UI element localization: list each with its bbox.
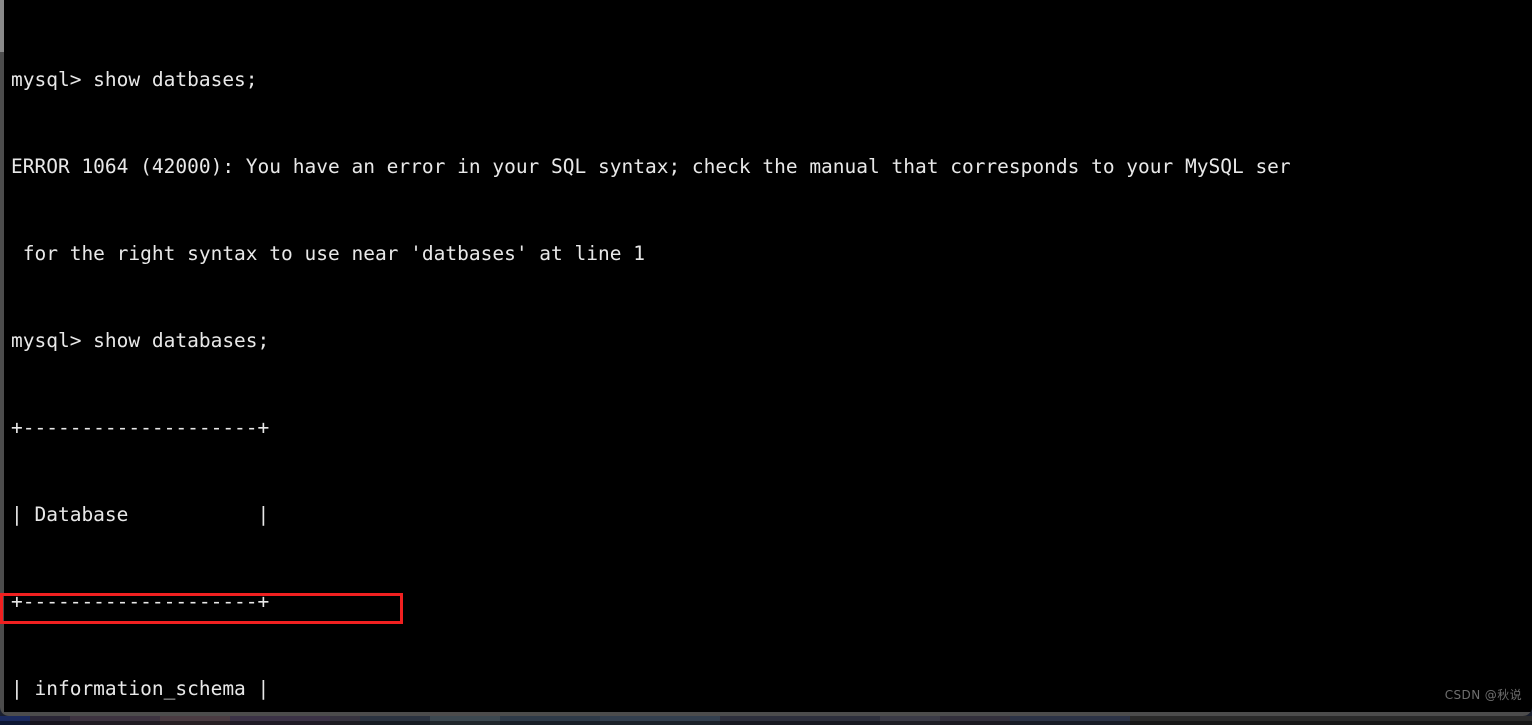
table-separator-top: +--------------------+ [11,416,270,439]
console-line-error-cont: for the right syntax to use near 'datbas… [11,242,645,265]
vertical-scrollbar[interactable] [0,0,4,716]
terminal-screen: mysql> show datbases; ERROR 1064 (42000)… [0,0,1532,725]
console-output[interactable]: mysql> show datbases; ERROR 1064 (42000)… [11,7,1532,712]
console-line-command-1: mysql> show datbases; [11,68,258,91]
scrollbar-thumb[interactable] [0,0,4,52]
table-header-row: | Database | [11,503,270,526]
console-line-error: ERROR 1064 (42000): You have an error in… [11,155,1291,178]
table-row: | information_schema | [11,677,270,700]
csdn-watermark: CSDN @秋说 [1444,688,1522,702]
desktop-taskbar-shadow [0,721,1532,725]
table-separator-mid: +--------------------+ [11,590,270,613]
console-line-command-2: mysql> show databases; [11,329,270,352]
mysql-terminal-window[interactable]: mysql> show datbases; ERROR 1064 (42000)… [0,0,1532,716]
